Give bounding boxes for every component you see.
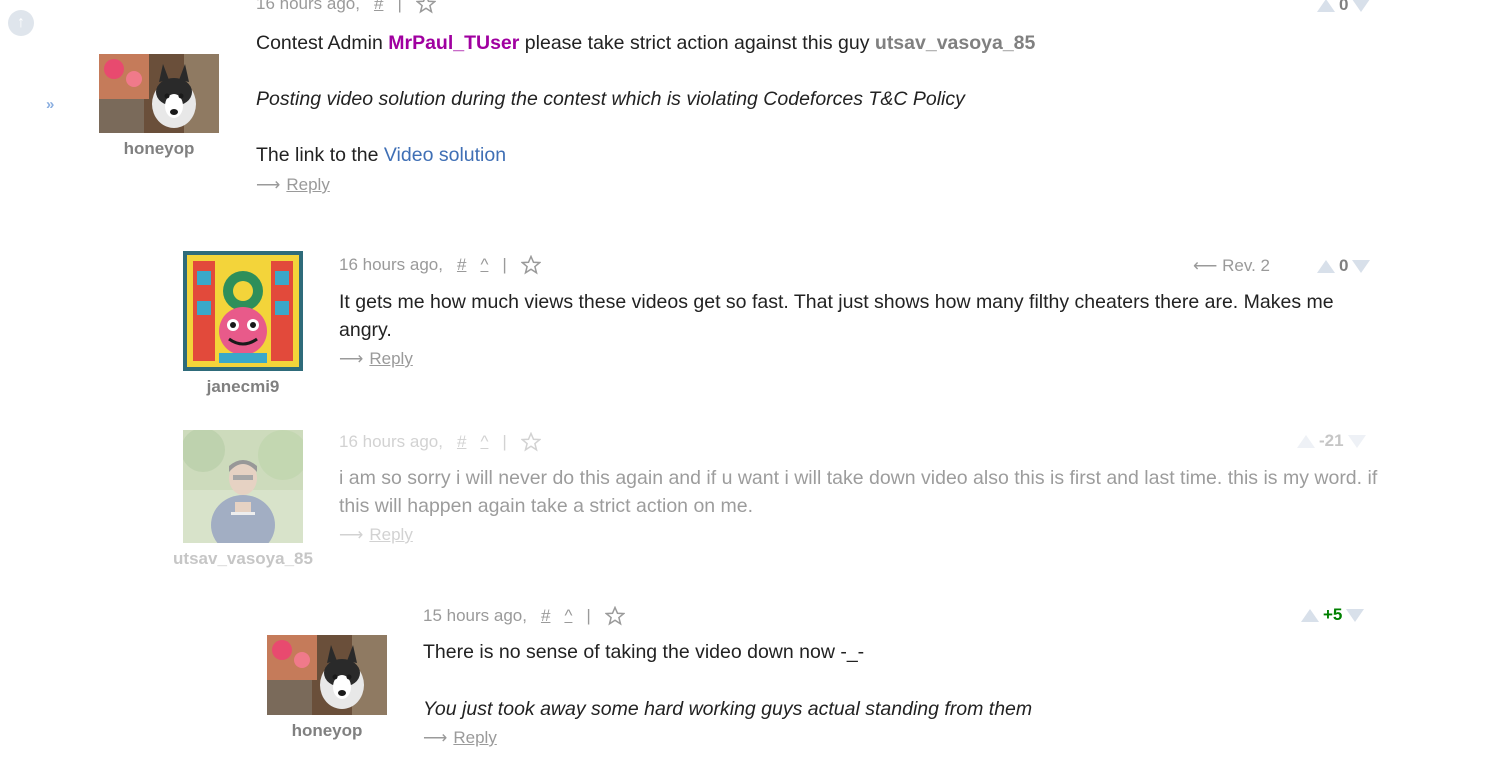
reply-arrow-icon: ⟶	[339, 525, 364, 544]
text-segment: The link to the	[256, 144, 384, 166]
avatar[interactable]	[267, 635, 387, 715]
vote-count: +5	[1323, 605, 1343, 624]
permalink-hash[interactable]: #	[457, 432, 466, 452]
permalink-hash[interactable]: #	[541, 606, 550, 626]
vote-down-icon[interactable]	[1352, 0, 1371, 12]
vote-widget: 0	[1317, 0, 1371, 15]
comment-paragraph-italic: Posting video solution during the contes…	[256, 88, 965, 110]
reply-button[interactable]: ⟶ Reply	[339, 525, 413, 545]
star-icon[interactable]	[604, 606, 625, 626]
reply-button[interactable]: ⟶ Reply	[256, 175, 330, 195]
user-link-utsav[interactable]: utsav_vasoya_85	[875, 32, 1035, 54]
reply-button[interactable]: ⟶ Reply	[423, 728, 497, 748]
reply-arrow-icon: ⟶	[256, 175, 281, 194]
comment-author[interactable]: honeyop	[267, 721, 387, 741]
reply-button[interactable]: ⟶ Reply	[339, 349, 413, 369]
vote-count: -21	[1319, 431, 1344, 450]
comment-paragraph: Contest Admin MrPaul_TUser please take s…	[256, 29, 1356, 57]
comment-body: i am so sorry i will never do this again…	[339, 467, 1378, 517]
vote-up-icon[interactable]	[1317, 259, 1335, 273]
reply-label: Reply	[369, 349, 413, 368]
arrow-up-circle-icon[interactable]: ↑	[8, 10, 34, 36]
vote-up-icon[interactable]	[1297, 434, 1315, 448]
parent-link-caret[interactable]: ^	[480, 255, 488, 275]
user-link-mrpaul[interactable]: MrPaul_TUser	[388, 32, 519, 54]
comment-paragraph: There is no sense of taking the video do…	[423, 641, 865, 663]
reply-arrow-icon: ⟶	[423, 728, 448, 747]
star-icon[interactable]	[520, 432, 541, 452]
reply-arrow-icon: ⟶	[339, 349, 364, 368]
text-segment: please take strict action against this g…	[519, 32, 875, 54]
avatar[interactable]	[99, 54, 219, 133]
permalink-hash[interactable]: #	[457, 255, 466, 275]
comment-time: 15 hours ago,	[423, 606, 527, 625]
parent-link-caret[interactable]: ^	[564, 606, 572, 626]
vote-widget: +5	[1301, 605, 1365, 625]
comment-time: 16 hours ago,	[256, 0, 360, 13]
vote-widget: -21	[1297, 431, 1366, 451]
vote-down-icon[interactable]	[1352, 259, 1371, 273]
separator: |	[397, 0, 402, 13]
vote-down-icon[interactable]	[1347, 434, 1366, 448]
comment-time: 16 hours ago,	[339, 255, 443, 274]
comment-body: It gets me how much views these videos g…	[339, 291, 1334, 341]
vote-count: 0	[1339, 256, 1349, 275]
comment-meta: 16 hours ago, # ^ |	[339, 432, 541, 452]
star-icon[interactable]	[520, 255, 541, 275]
vote-count: 0	[1339, 0, 1349, 14]
comment-meta: 16 hours ago, # |	[256, 0, 436, 14]
comment-author[interactable]: utsav_vasoya_85	[163, 549, 323, 569]
star-icon[interactable]	[415, 0, 436, 14]
vote-widget: 0	[1317, 256, 1371, 276]
comment-meta: 16 hours ago, # ^ |	[339, 255, 541, 275]
comment-paragraph-italic: You just took away some hard working guy…	[423, 698, 1033, 720]
parent-link-caret[interactable]: ^	[480, 432, 488, 452]
comment-body: There is no sense of taking the video do…	[423, 638, 1373, 723]
revision-link[interactable]: ⟵ Rev. 2	[1193, 256, 1270, 276]
reply-label: Reply	[286, 175, 330, 194]
vote-down-icon[interactable]	[1346, 608, 1365, 622]
avatar[interactable]	[183, 430, 303, 543]
permalink-hash[interactable]: #	[374, 0, 383, 14]
comment-paragraph: The link to the Video solution	[256, 141, 1356, 169]
comment-time: 16 hours ago,	[339, 432, 443, 451]
reply-label: Reply	[369, 525, 413, 544]
comment-author[interactable]: janecmi9	[183, 377, 303, 397]
video-solution-link[interactable]: Video solution	[384, 144, 506, 166]
separator: |	[502, 432, 507, 451]
comment-meta: 15 hours ago, # ^ |	[423, 606, 625, 626]
reply-label: Reply	[453, 728, 497, 747]
vote-up-icon[interactable]	[1301, 608, 1319, 622]
text-segment: Contest Admin	[256, 32, 389, 54]
comment-body: Contest Admin MrPaul_TUser please take s…	[256, 29, 1356, 169]
separator: |	[586, 606, 591, 625]
comment-author[interactable]: honeyop	[99, 139, 219, 159]
double-chevron-right-icon[interactable]: »	[46, 96, 54, 113]
separator: |	[502, 255, 507, 274]
vote-up-icon[interactable]	[1317, 0, 1335, 12]
avatar[interactable]	[183, 251, 303, 371]
